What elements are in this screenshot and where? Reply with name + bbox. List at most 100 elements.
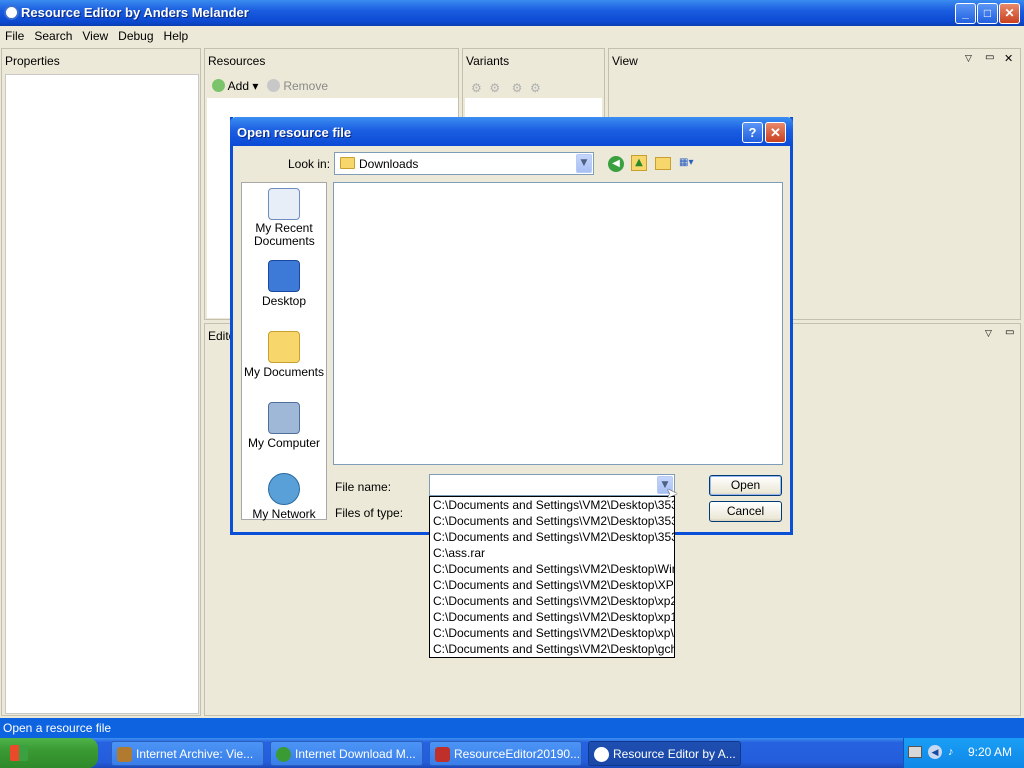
place-my-documents[interactable]: My Documents [242, 331, 326, 379]
menu-bar: File Search View Debug Help [0, 26, 1024, 46]
history-item[interactable]: C:\Documents and Settings\VM2\Desktop\xp… [430, 593, 674, 609]
files-of-type-label: Files of type: [335, 506, 404, 520]
place-recent-label: My Recent Documents [254, 221, 315, 248]
task-label: Resource Editor by A... [613, 747, 736, 761]
variants-header: Variants [463, 49, 604, 71]
menu-search[interactable]: Search [29, 26, 77, 43]
globe-icon [276, 747, 291, 762]
view-close-icon[interactable]: ✕ [1004, 52, 1013, 65]
add-label: Add [227, 79, 250, 93]
dialog-title-bar[interactable]: Open resource file ? ✕ [230, 117, 793, 146]
task-resource-editor[interactable]: Resource Editor by A... [588, 741, 741, 766]
task-internet-archive[interactable]: Internet Archive: Vie... [111, 741, 264, 766]
properties-header: Properties [2, 49, 200, 71]
open-button[interactable]: Open [709, 475, 782, 496]
editor-dropdown-icon[interactable]: ▽ [985, 329, 992, 339]
history-item[interactable]: C:\Documents and Settings\VM2\Desktop\Wi… [430, 561, 674, 577]
place-desktop[interactable]: Desktop [242, 260, 326, 308]
history-item[interactable]: C:\Documents and Settings\VM2\Desktop\xp… [430, 609, 674, 625]
dialog-close-button[interactable]: ✕ [765, 122, 786, 143]
view-maximize-icon[interactable]: ▭ [985, 52, 994, 63]
file-name-combo[interactable]: ▼ [429, 474, 675, 496]
back-icon[interactable]: ◀ [608, 156, 624, 172]
properties-panel: Properties [1, 48, 201, 716]
internet-explorer-icon [117, 747, 132, 762]
main-title-bar[interactable]: Resource Editor by Anders Melander _ □ ✕ [0, 0, 1024, 26]
resources-add-button[interactable]: Add ▾ [212, 79, 258, 93]
close-button[interactable]: ✕ [999, 3, 1020, 24]
resources-header: Resources [205, 49, 458, 71]
variant-add-icon[interactable]: ⚙ [471, 81, 482, 95]
look-in-label: Look in: [288, 157, 331, 171]
history-item[interactable]: C:\ass.rar [430, 545, 674, 561]
views-menu-icon[interactable]: ▦▾ [679, 157, 703, 171]
my-network-icon [268, 473, 300, 505]
look-in-combo[interactable]: Downloads ▼ [334, 152, 594, 175]
status-bar: Open a resource file [0, 718, 1024, 738]
folder-icon [340, 157, 355, 169]
volume-icon[interactable]: ♪ [948, 746, 954, 758]
mouse-cursor-icon: ➤ [666, 486, 678, 502]
system-tray: ◀ ♪ 9:20 AM [903, 738, 1024, 768]
up-folder-icon[interactable]: ▲ [631, 155, 647, 171]
file-history-dropdown[interactable]: C:\Documents and Settings\VM2\Desktop\35… [429, 496, 675, 658]
resource-editor-icon [594, 747, 609, 762]
my-documents-icon [268, 331, 300, 363]
history-item[interactable]: C:\Documents and Settings\VM2\Desktop\35… [430, 497, 674, 513]
properties-grid[interactable] [5, 74, 199, 714]
winrar-icon [435, 747, 450, 762]
task-label: Internet Archive: Vie... [136, 747, 254, 761]
menu-file[interactable]: File [0, 26, 29, 43]
editor-maximize-icon[interactable]: ▭ [1005, 327, 1014, 338]
variant-paste-icon[interactable]: ⚙ [530, 81, 541, 95]
remove-label: Remove [283, 79, 329, 93]
recent-documents-icon [268, 188, 300, 220]
place-recent[interactable]: My Recent Documents [242, 188, 326, 248]
task-resourceeditor-archive[interactable]: ResourceEditor20190... [429, 741, 582, 766]
history-item[interactable]: C:\Documents and Settings\VM2\Desktop\XP… [430, 577, 674, 593]
place-desktop-label: Desktop [261, 294, 307, 308]
history-item[interactable]: C:\Documents and Settings\VM2\Desktop\gc… [430, 641, 674, 657]
cancel-button[interactable]: Cancel [709, 501, 782, 522]
windows-logo-icon [10, 745, 28, 761]
variants-toolbar: ⚙ ⚙ ⚙ ⚙ [471, 81, 541, 95]
history-item[interactable]: C:\Documents and Settings\VM2\Desktop\35… [430, 529, 674, 545]
place-my-network[interactable]: My Network [242, 473, 326, 521]
status-text: Open a resource file [3, 721, 112, 735]
look-in-value: Downloads [359, 157, 419, 171]
place-my-network-label: My Network [252, 507, 316, 521]
task-label: Internet Download M... [295, 747, 416, 761]
file-list[interactable] [333, 182, 783, 465]
add-icon [212, 79, 225, 92]
clock[interactable]: 9:20 AM [968, 745, 1012, 759]
tray-expand-icon[interactable]: ◀ [928, 745, 942, 759]
remove-icon [267, 79, 280, 92]
file-name-label: File name: [335, 480, 392, 494]
task-internet-download-manager[interactable]: Internet Download M... [270, 741, 423, 766]
window-title: Resource Editor by Anders Melander [21, 5, 249, 20]
help-button[interactable]: ? [742, 122, 763, 143]
app-icon [4, 5, 19, 20]
minimize-button[interactable]: _ [955, 3, 976, 24]
maximize-button[interactable]: □ [977, 3, 998, 24]
keyboard-icon[interactable] [908, 746, 922, 758]
dialog-title: Open resource file [237, 125, 352, 140]
history-item[interactable]: C:\Documents and Settings\VM2\Desktop\xp… [430, 625, 674, 641]
menu-view[interactable]: View [77, 26, 113, 43]
menu-help[interactable]: Help [159, 26, 194, 43]
variant-copy-icon[interactable]: ⚙ [512, 81, 523, 95]
look-in-dropdown-arrow[interactable]: ▼ [576, 154, 592, 173]
start-button[interactable] [0, 738, 98, 768]
variant-remove-icon[interactable]: ⚙ [489, 81, 500, 95]
view-header: View [609, 49, 1020, 71]
place-my-computer-label: My Computer [247, 436, 321, 450]
resources-remove-button[interactable]: Remove [267, 79, 328, 93]
new-folder-icon[interactable] [655, 157, 671, 170]
my-computer-icon [268, 402, 300, 434]
menu-debug[interactable]: Debug [113, 26, 158, 43]
view-dropdown-icon[interactable]: ▽ [965, 54, 972, 64]
history-item[interactable]: C:\Documents and Settings\VM2\Desktop\35… [430, 513, 674, 529]
place-my-computer[interactable]: My Computer [242, 402, 326, 450]
task-label: ResourceEditor20190... [454, 747, 581, 761]
place-my-documents-label: My Documents [243, 365, 325, 379]
